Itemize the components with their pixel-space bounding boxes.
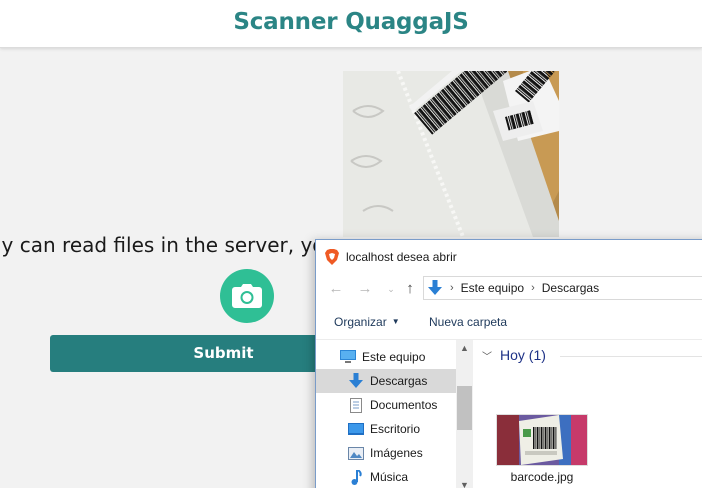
up-arrow-icon[interactable]: ↑ xyxy=(402,280,418,297)
documents-icon xyxy=(348,397,364,413)
dialog-title: localhost desea abrir xyxy=(346,249,457,264)
back-arrow-icon[interactable]: ← xyxy=(328,280,344,297)
organize-button[interactable]: Organizar ▼ xyxy=(334,315,400,329)
dropdown-caret-icon: ▼ xyxy=(391,317,400,326)
camera-button[interactable] xyxy=(220,269,274,323)
brave-lion-icon xyxy=(325,248,339,265)
chevron-down-icon: ﹀ xyxy=(482,351,492,363)
new-folder-label: Nueva carpeta xyxy=(429,315,508,329)
navigation-bar: ← → ⌄ ↑ › Este equipo › Descargas xyxy=(316,273,702,304)
tree-item-label: Este equipo xyxy=(362,350,426,364)
downloads-icon xyxy=(428,280,442,295)
scroll-up-icon[interactable]: ▲ xyxy=(460,343,469,353)
breadcrumb-descargas[interactable]: Descargas xyxy=(542,281,599,295)
image-thumbnail[interactable] xyxy=(496,414,588,466)
breadcrumb-este-equipo[interactable]: Este equipo xyxy=(461,281,524,295)
breadcrumb-separator-icon: › xyxy=(531,282,535,294)
file-open-dialog: localhost desea abrir ← → ⌄ ↑ › Este equ… xyxy=(315,239,702,488)
tree-item-documentos[interactable]: Documentos xyxy=(316,393,456,417)
group-label: Hoy (1) xyxy=(500,347,546,363)
command-bar: Organizar ▼ Nueva carpeta xyxy=(316,304,702,340)
tree-item-label: Música xyxy=(370,470,409,484)
tree-item-label: Descargas xyxy=(370,374,428,388)
tree-item-musica[interactable]: Música xyxy=(316,465,456,488)
tree-item-este-equipo[interactable]: Este equipo xyxy=(316,345,456,369)
organize-label: Organizar xyxy=(334,315,387,329)
navigation-scrollbar[interactable]: ▲ ▼ xyxy=(456,340,473,488)
camera-icon xyxy=(232,284,262,308)
navigation-pane: Este equipo Descargas Documentos Escrito… xyxy=(316,340,473,488)
tree-item-label: Imágenes xyxy=(370,446,423,460)
downloads-icon xyxy=(348,373,364,389)
submit-button-label: Submit xyxy=(193,344,254,362)
barcode-preview-image xyxy=(343,71,559,237)
tree-item-label: Documentos xyxy=(370,398,438,412)
music-icon xyxy=(348,469,364,485)
page-title: Scanner QuaggaJS xyxy=(233,9,469,35)
breadcrumb-separator-icon: › xyxy=(450,282,454,294)
file-name-label[interactable]: barcode.jpg xyxy=(496,470,588,484)
pictures-icon xyxy=(348,445,364,461)
forward-arrow-icon[interactable]: → xyxy=(357,280,373,297)
group-divider xyxy=(560,356,702,357)
tree-item-label: Escritorio xyxy=(370,422,421,436)
scroll-down-icon[interactable]: ▼ xyxy=(460,480,469,488)
scrollbar-thumb[interactable] xyxy=(457,386,472,430)
group-header-today[interactable]: ﹀ Hoy (1) xyxy=(482,347,546,363)
file-list-pane: ﹀ Hoy (1) barcode.jpg xyxy=(476,340,702,488)
tree-item-escritorio[interactable]: Escritorio xyxy=(316,417,456,441)
notice-text: ly can read files in the server, yo xyxy=(0,233,325,257)
dialog-titlebar: localhost desea abrir xyxy=(316,240,702,273)
tree-item-descargas[interactable]: Descargas xyxy=(316,369,456,393)
new-folder-button[interactable]: Nueva carpeta xyxy=(429,315,507,329)
desktop-icon xyxy=(348,421,364,437)
address-bar[interactable]: › Este equipo › Descargas xyxy=(423,276,702,300)
site-header: Scanner QuaggaJS xyxy=(0,0,702,48)
tree-item-imagenes[interactable]: Imágenes xyxy=(316,441,456,465)
computer-icon xyxy=(340,349,356,365)
history-dropdown-icon[interactable]: ⌄ xyxy=(383,281,399,297)
